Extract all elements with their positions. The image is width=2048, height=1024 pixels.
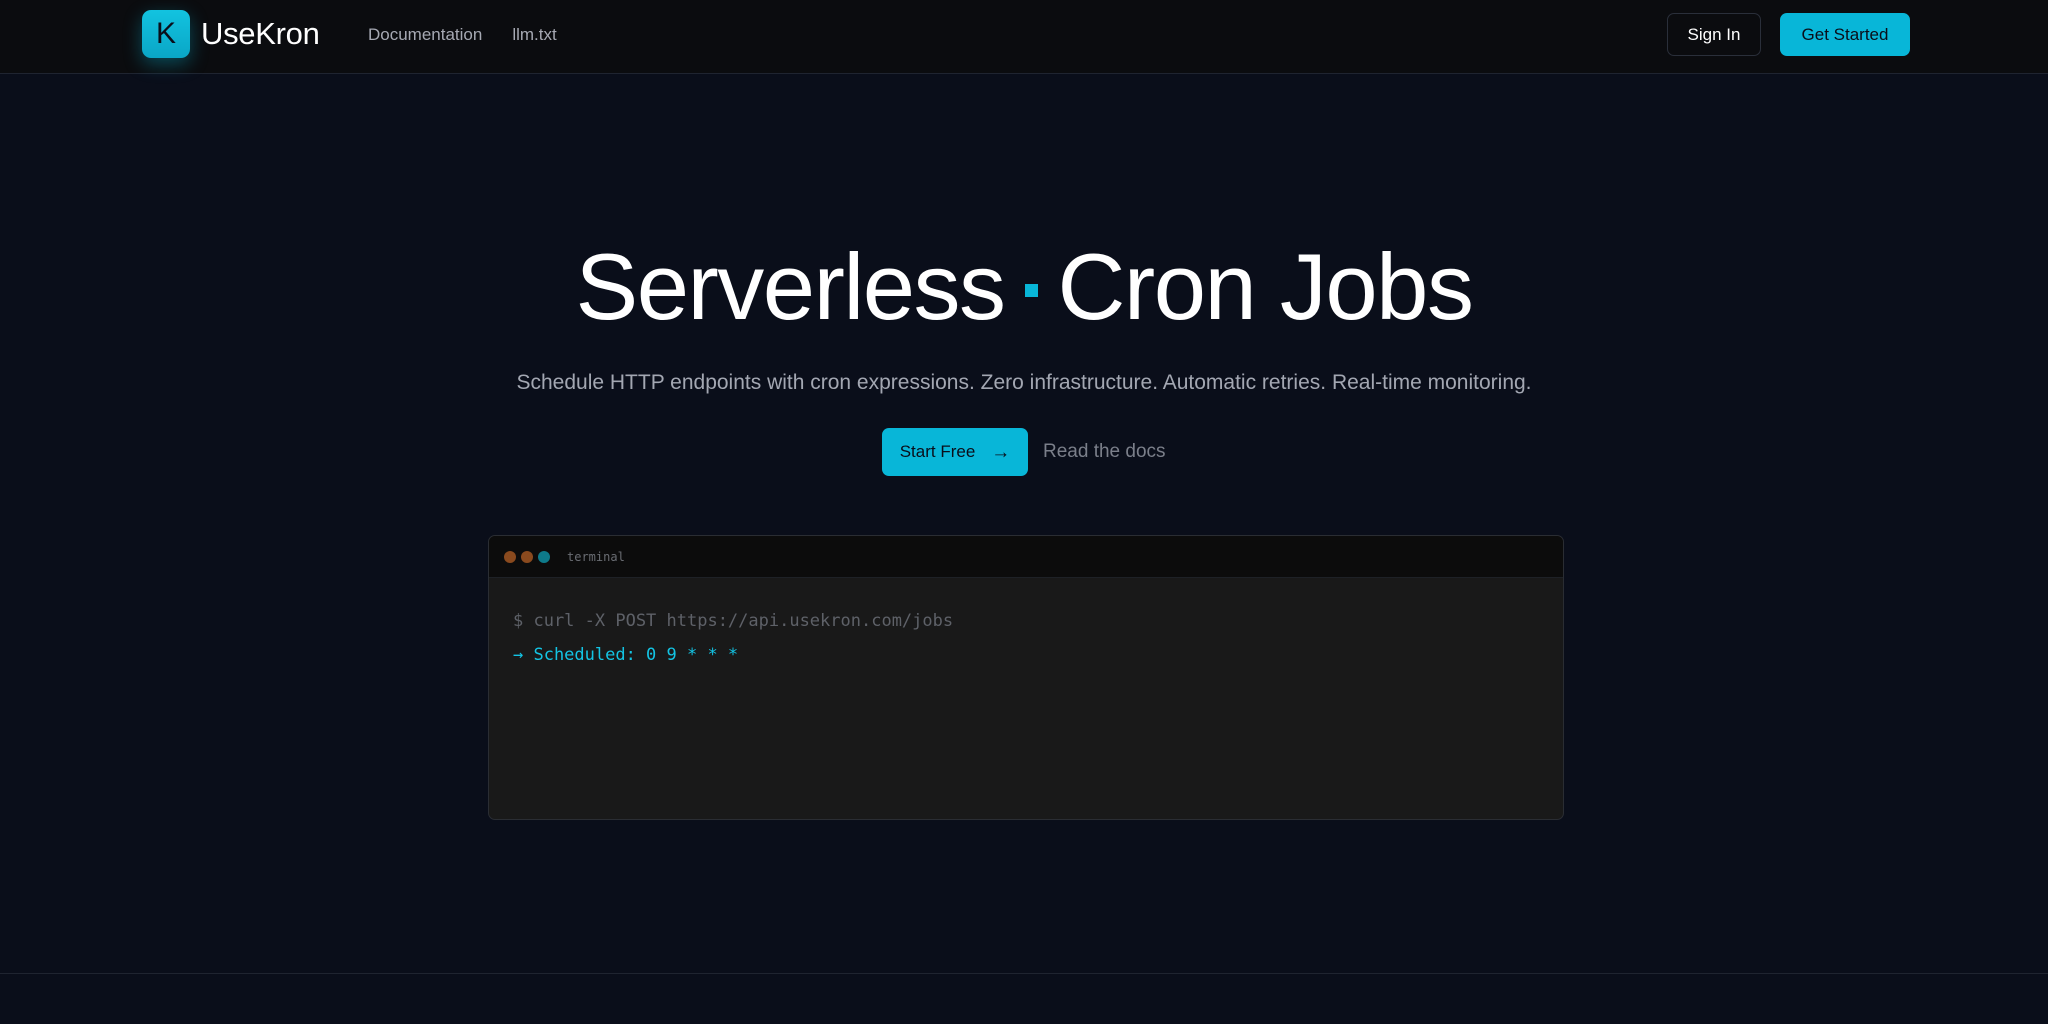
read-docs-link[interactable]: Read the docs <box>1043 441 1166 463</box>
top-navbar: K UseKron Documentation llm.txt Sign In … <box>0 0 2048 74</box>
get-started-button[interactable]: Get Started <box>1780 13 1910 56</box>
nav-links: Documentation llm.txt <box>368 22 557 48</box>
terminal-titlebar: terminal <box>489 536 1563 578</box>
brand-logo-link[interactable]: K UseKron <box>142 10 320 58</box>
nav-link-llm-txt[interactable]: llm.txt <box>512 22 556 48</box>
start-free-button[interactable]: Start Free → <box>882 428 1028 476</box>
terminal-body: $ curl -X POST https://api.usekron.com/j… <box>489 578 1563 698</box>
terminal-output-line: → Scheduled: 0 9 * * * <box>513 645 739 665</box>
terminal-window: terminal $ curl -X POST https://api.usek… <box>488 535 1564 820</box>
hero-title-part2: Cron Jobs <box>1057 234 1474 339</box>
brand-name: UseKron <box>201 16 320 51</box>
title-separator-dot <box>1024 283 1038 297</box>
terminal-title: terminal <box>567 549 625 564</box>
start-free-label: Start Free <box>899 442 976 461</box>
logo-icon: K <box>142 10 190 58</box>
terminal-dot-3 <box>538 550 550 563</box>
hero-subtitle: Schedule HTTP endpoints with cron expres… <box>516 371 1532 394</box>
hero-title: Serverless Cron Jobs <box>0 232 2048 342</box>
nav-link-documentation[interactable]: Documentation <box>368 22 482 48</box>
hero-cta-row: Start Free → Read the docs <box>882 428 1166 476</box>
sign-in-button[interactable]: Sign In <box>1667 13 1761 56</box>
terminal-dot-1 <box>504 550 516 563</box>
terminal-command-line: $ curl -X POST https://api.usekron.com/j… <box>513 611 954 631</box>
arrow-right-icon: → <box>991 441 1011 463</box>
page-footer <box>0 973 2048 1024</box>
hero-title-part1: Serverless <box>575 234 1007 339</box>
terminal-dot-2 <box>521 550 533 563</box>
